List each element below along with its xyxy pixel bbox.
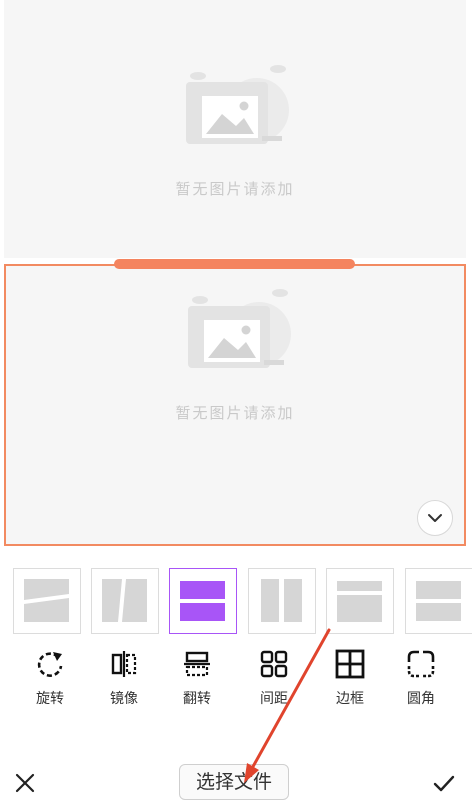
layout-two-columns-icon	[261, 579, 302, 622]
border-button[interactable]: 边框	[320, 648, 380, 708]
tool-label: 边框	[336, 691, 364, 707]
close-icon	[15, 773, 35, 793]
tool-label: 圆角	[407, 691, 435, 707]
layout-top-strip-icon	[337, 581, 382, 622]
layout-slant-vertical-icon	[102, 579, 147, 622]
layout-option-two-rows[interactable]	[169, 568, 237, 634]
tool-label: 旋转	[36, 691, 64, 707]
confirm-button[interactable]	[432, 772, 456, 796]
mirror-icon	[111, 651, 137, 677]
rotate-icon	[37, 652, 63, 677]
image-placeholder-icon	[186, 65, 289, 144]
layout-options[interactable]	[0, 566, 472, 638]
spacing-button[interactable]: 间距	[244, 648, 304, 708]
mirror-button[interactable]: 镜像	[94, 648, 154, 708]
layout-two-rows-icon	[180, 581, 225, 621]
edit-toolbar: 旋转 镜像 翻转 间距 边框 圆角	[0, 648, 472, 712]
layout-slant-horizontal-icon	[24, 579, 69, 622]
chevron-down-icon	[428, 514, 442, 522]
layout-option-two-columns[interactable]	[248, 568, 316, 634]
border-icon	[335, 649, 365, 679]
image-slot-top[interactable]: 暂无图片请添加	[4, 0, 466, 258]
split-drag-handle[interactable]	[114, 259, 355, 269]
rotate-button[interactable]: 旋转	[20, 648, 80, 708]
rounded-corner-button[interactable]: 圆角	[391, 648, 451, 708]
flip-icon	[184, 651, 210, 677]
layout-option-top-strip[interactable]	[326, 568, 394, 634]
image-placeholder-icon	[188, 289, 291, 368]
cancel-button[interactable]	[12, 770, 38, 796]
layout-option-slant-horizontal[interactable]	[13, 568, 81, 634]
spacing-icon	[260, 650, 288, 678]
layout-two-rows-wide-icon	[416, 581, 461, 621]
image-slot-bottom[interactable]: 暂无图片请添加	[4, 264, 466, 546]
layout-option-slant-vertical[interactable]	[91, 568, 159, 634]
placeholder-text: 暂无图片请添加	[175, 404, 295, 422]
tool-label: 间距	[260, 691, 288, 707]
flip-button[interactable]: 翻转	[167, 648, 227, 708]
rounded-corner-icon	[407, 650, 435, 678]
layout-option-two-rows-wide[interactable]	[405, 568, 472, 634]
check-icon	[433, 775, 455, 792]
choose-file-button[interactable]: 选择文件	[179, 764, 289, 800]
tool-label: 翻转	[183, 691, 211, 707]
placeholder-text: 暂无图片请添加	[175, 180, 295, 198]
tool-label: 镜像	[110, 691, 138, 707]
collapse-button[interactable]	[417, 500, 453, 536]
